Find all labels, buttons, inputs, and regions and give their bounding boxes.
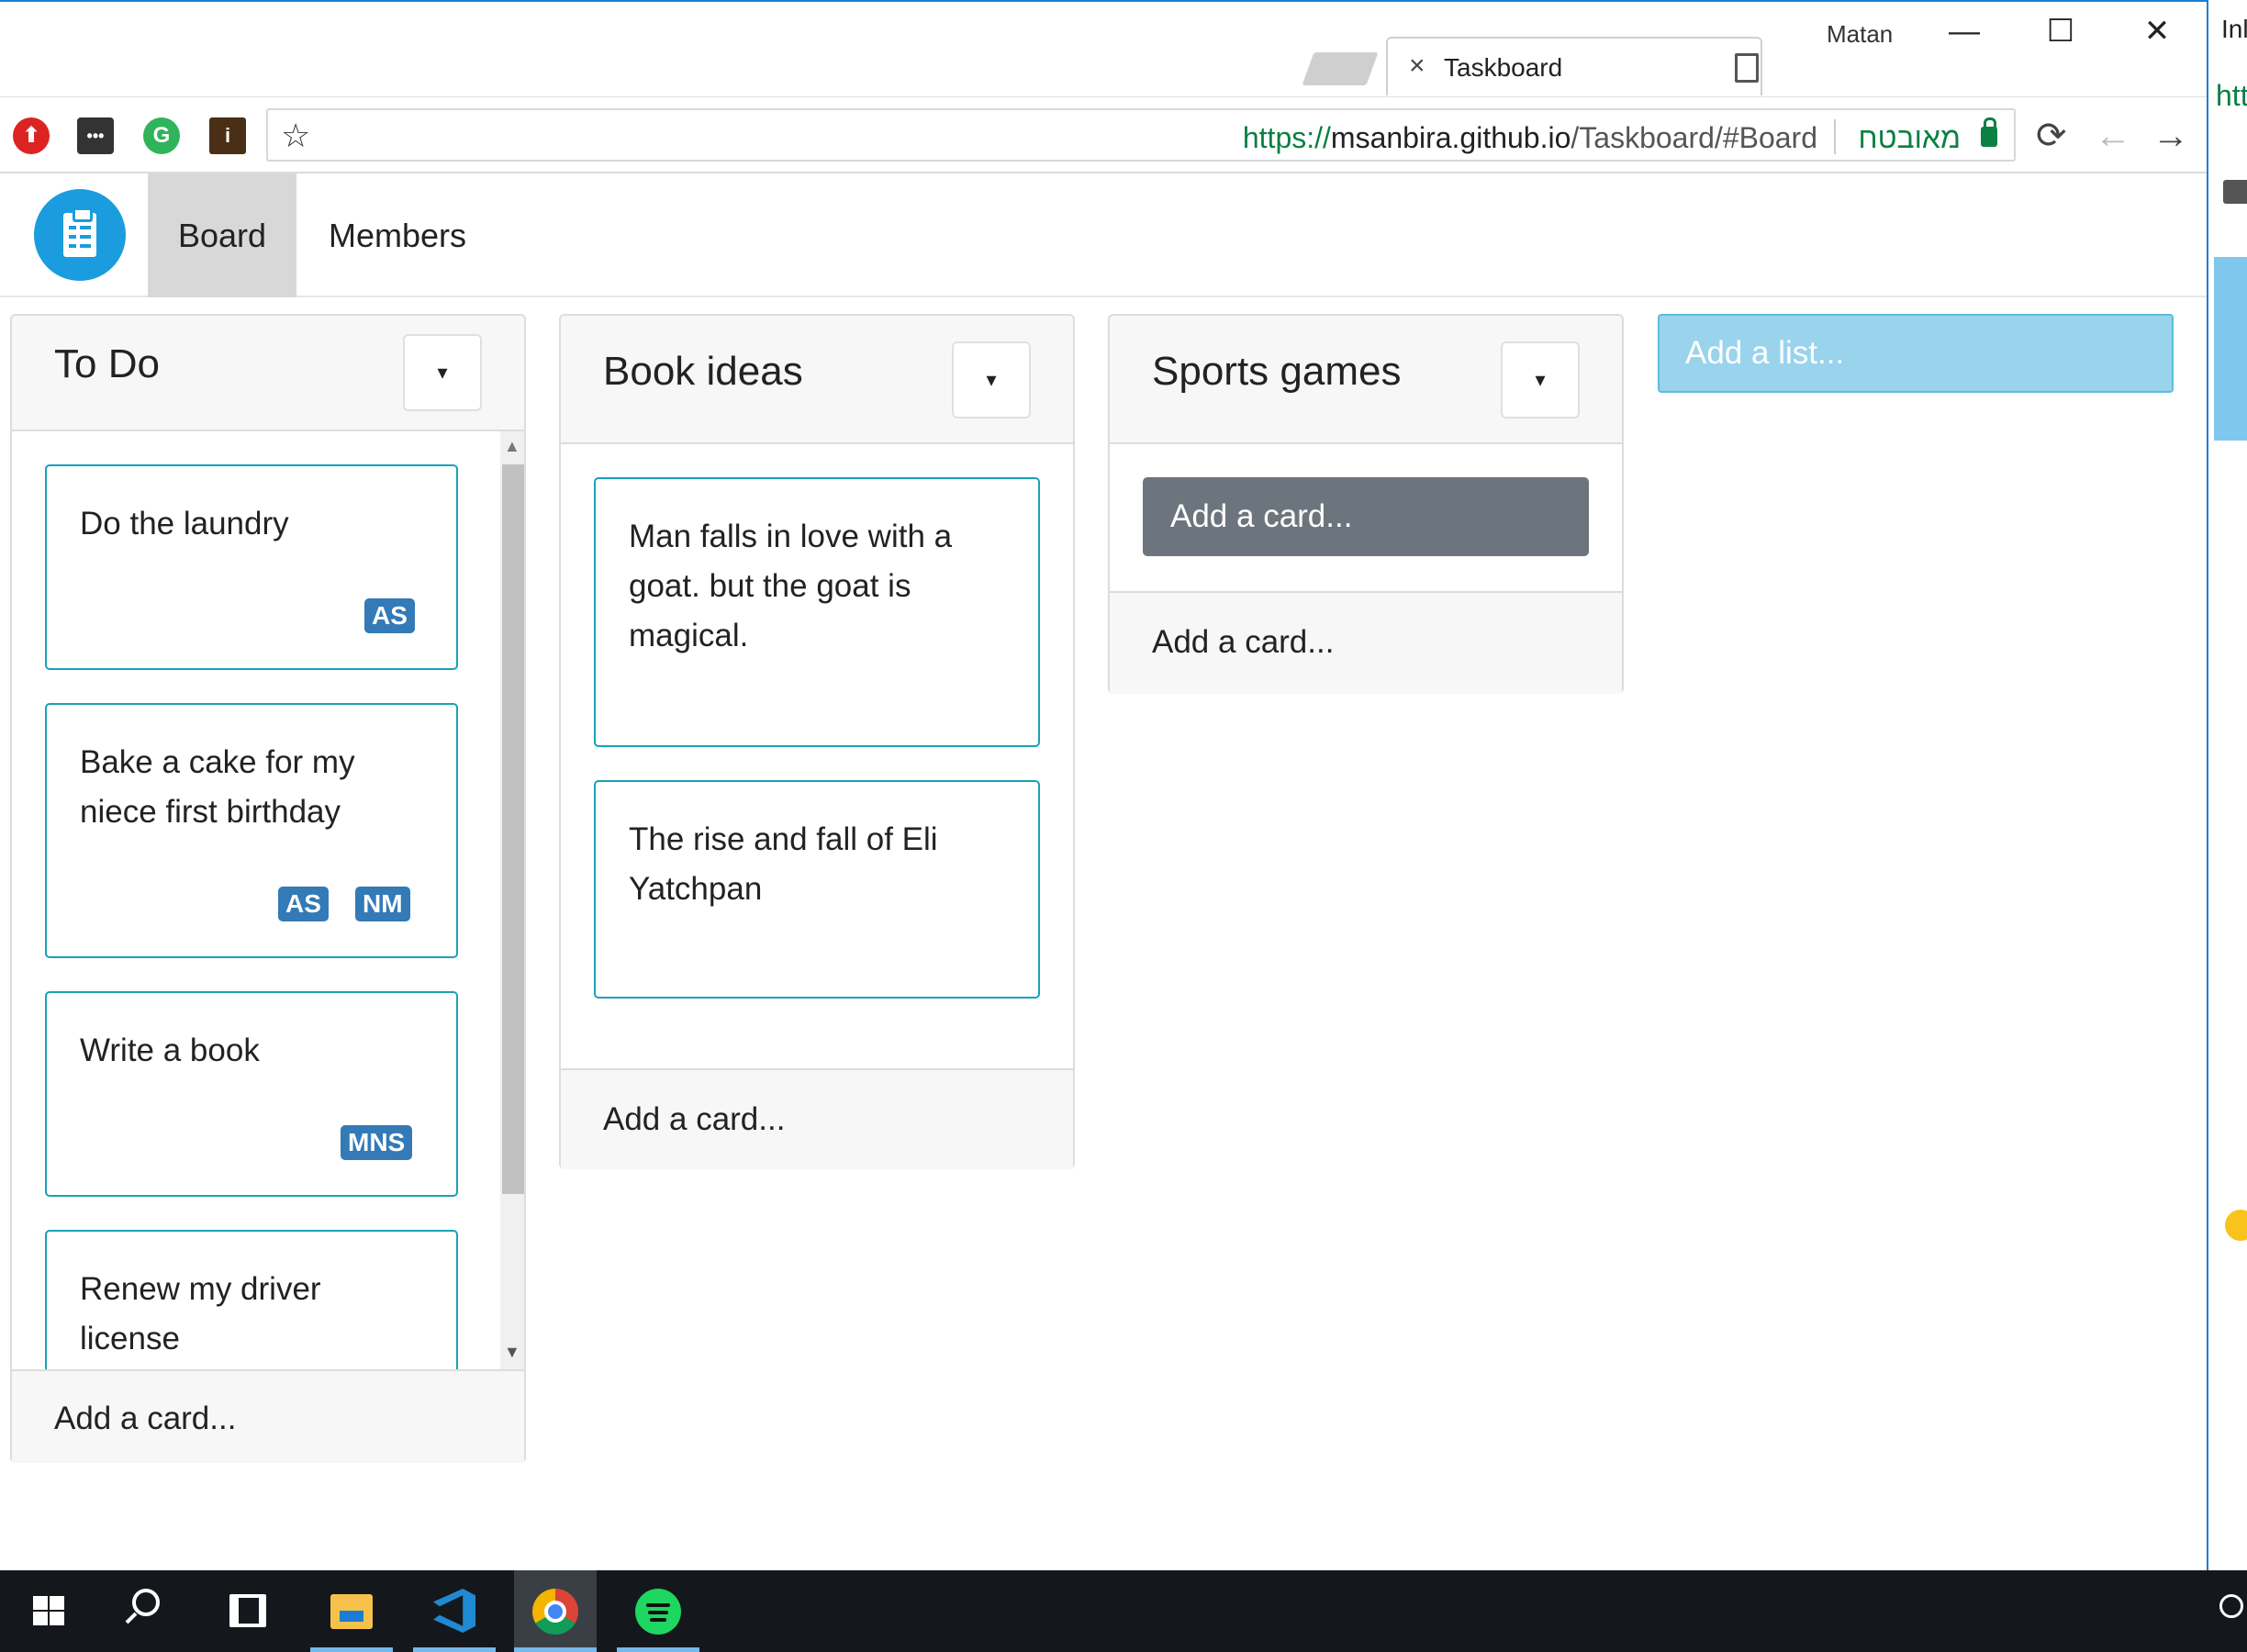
vscode-icon: [433, 1589, 475, 1633]
list-item[interactable]: Man falls in love with a goat. but the g…: [594, 477, 1040, 747]
vscode-button[interactable]: [413, 1570, 496, 1652]
reload-button[interactable]: ⟳: [2036, 116, 2067, 156]
url-text[interactable]: https://msanbira.github.io/Taskboard/#Bo…: [1243, 119, 1817, 156]
lock-icon[interactable]: [1981, 117, 1997, 147]
nav-tab-members[interactable]: Members: [310, 173, 485, 297]
url-host: msanbira.github.io: [1330, 121, 1571, 154]
search-icon: [132, 1589, 160, 1616]
url-divider: [1834, 119, 1836, 154]
list-to-do: To Do ▾ Do the laundry AS Bake a cake fo…: [10, 314, 526, 1463]
windows-logo-icon: [33, 1596, 66, 1627]
url-scheme: https://: [1242, 121, 1331, 154]
add-list-input[interactable]: Add a list...: [1658, 314, 2174, 393]
clipboard-icon: [63, 207, 96, 257]
folder-icon: [330, 1594, 373, 1629]
scrollbar-thumb[interactable]: [502, 464, 524, 1194]
card-text: Man falls in love with a goat. but the g…: [629, 519, 953, 653]
spotify-button[interactable]: [617, 1570, 699, 1652]
member-badge: AS: [364, 598, 415, 633]
new-tab-button[interactable]: [1302, 52, 1379, 85]
list-title[interactable]: Book ideas: [603, 349, 803, 395]
people-icon[interactable]: [2219, 1594, 2243, 1618]
task-view-icon: [229, 1594, 266, 1627]
chrome-button[interactable]: [514, 1570, 597, 1652]
list-title[interactable]: Sports games: [1152, 349, 1401, 395]
add-card-button[interactable]: Add a card...: [561, 1068, 1073, 1169]
add-card-label: Add a card...: [1152, 624, 1335, 660]
list-title[interactable]: To Do: [54, 341, 160, 387]
profile-name[interactable]: Matan: [1827, 20, 1893, 49]
list-item[interactable]: The rise and fall of Eli Yatchpan: [594, 780, 1040, 999]
list-book-ideas: Book ideas ▾ Man falls in love with a go…: [559, 314, 1075, 1169]
close-window-button[interactable]: ✕: [2125, 13, 2189, 50]
scroll-down-icon[interactable]: ▼: [504, 1343, 520, 1362]
card-text: Renew my driver license: [80, 1271, 321, 1356]
url-path: /Taskboard/#Board: [1571, 121, 1817, 154]
forward-button[interactable]: →: [2152, 116, 2189, 156]
list-cards-container[interactable]: Do the laundry AS Bake a cake for my nie…: [12, 431, 524, 1369]
list-item[interactable]: Do the laundry AS: [45, 464, 458, 670]
bookmark-star-icon[interactable]: ☆: [281, 116, 310, 156]
card-text: Do the laundry: [80, 506, 289, 541]
taskboard-page: Board Members To Do ▾ Do the laundry AS …: [0, 173, 2207, 1570]
tab-taskboard[interactable]: [1386, 37, 1762, 95]
scrollbar[interactable]: ▲ ▼: [500, 431, 524, 1369]
add-card-label: Add a card...: [603, 1101, 786, 1137]
browser-window: × Taskboard Matan — ☐ ✕ ⬆ ••• G i ☆ http…: [0, 0, 2208, 1570]
title-bar: × Taskboard Matan — ☐ ✕: [0, 2, 2207, 95]
address-bar[interactable]: ☆ https://msanbira.github.io/Taskboard/#…: [266, 108, 2016, 162]
list-item[interactable]: Renew my driver license: [45, 1230, 458, 1369]
spotify-icon: [635, 1589, 681, 1635]
back-button[interactable]: ←: [2095, 116, 2131, 156]
add-card-button[interactable]: Add a card...: [1110, 591, 1622, 694]
background-window-icon: [2223, 180, 2247, 204]
list-menu-toggle[interactable]: ▾: [403, 334, 482, 411]
add-card-label: Add a card...: [54, 1401, 237, 1436]
search-button[interactable]: [106, 1570, 189, 1652]
list-item[interactable]: Bake a cake for my niece first birthday …: [45, 703, 458, 958]
list-header: Book ideas ▾: [561, 316, 1073, 444]
scroll-up-icon[interactable]: ▲: [504, 437, 520, 456]
maximize-button[interactable]: ☐: [2029, 13, 2093, 50]
tab-close-icon[interactable]: ×: [1409, 50, 1425, 83]
card-text: Write a book: [80, 1032, 260, 1068]
taskbar: [0, 1570, 2247, 1652]
minimize-button[interactable]: —: [1932, 13, 1996, 50]
tab-title: Taskboard: [1444, 53, 1563, 82]
list-item[interactable]: Write a book MNS: [45, 991, 458, 1197]
list-cards-container: Add a card...: [1110, 444, 1622, 591]
list-header: To Do ▾: [12, 316, 524, 431]
secure-label[interactable]: מאובטח: [1859, 119, 1961, 156]
task-view-button[interactable]: [207, 1570, 290, 1652]
app-navbar: Board Members: [0, 173, 2207, 297]
extension-info-icon[interactable]: i: [209, 117, 246, 154]
list-menu-toggle[interactable]: ▾: [1501, 341, 1580, 419]
list-sports-games: Sports games ▾ Add a card... Add a card.…: [1108, 314, 1624, 694]
list-cards-container[interactable]: Man falls in love with a goat. but the g…: [561, 444, 1073, 1068]
clipboard-logo-icon[interactable]: [34, 189, 126, 281]
emoji-icon: [2225, 1210, 2247, 1241]
card-text: Bake a cake for my niece first birthday: [80, 744, 355, 830]
add-card-input[interactable]: Add a card...: [1143, 477, 1589, 556]
list-menu-toggle[interactable]: ▾: [952, 341, 1031, 419]
start-button[interactable]: [6, 1570, 88, 1652]
extension-upload-icon[interactable]: ⬆: [13, 117, 50, 154]
background-window: Inl htt: [2208, 0, 2247, 1570]
background-window-text: Inl: [2221, 15, 2247, 43]
member-badge: MNS: [341, 1125, 413, 1160]
browser-toolbar: ⬆ ••• G i ☆ https://msanbira.github.io/T…: [0, 96, 2207, 173]
background-window-url: htt: [2216, 79, 2247, 112]
member-badge: AS: [278, 887, 329, 921]
list-header: Sports games ▾: [1110, 316, 1622, 444]
page-icon: [1735, 53, 1759, 83]
nav-tab-board[interactable]: Board: [148, 173, 296, 297]
chrome-icon: [532, 1589, 578, 1635]
background-window-panel: [2214, 257, 2247, 441]
extension-password-icon[interactable]: •••: [77, 117, 114, 154]
member-badge: NM: [355, 887, 410, 921]
extension-grammarly-icon[interactable]: G: [143, 117, 180, 154]
file-explorer-button[interactable]: [310, 1570, 393, 1652]
add-card-button[interactable]: Add a card...: [12, 1369, 524, 1463]
card-text: The rise and fall of Eli Yatchpan: [629, 821, 938, 907]
